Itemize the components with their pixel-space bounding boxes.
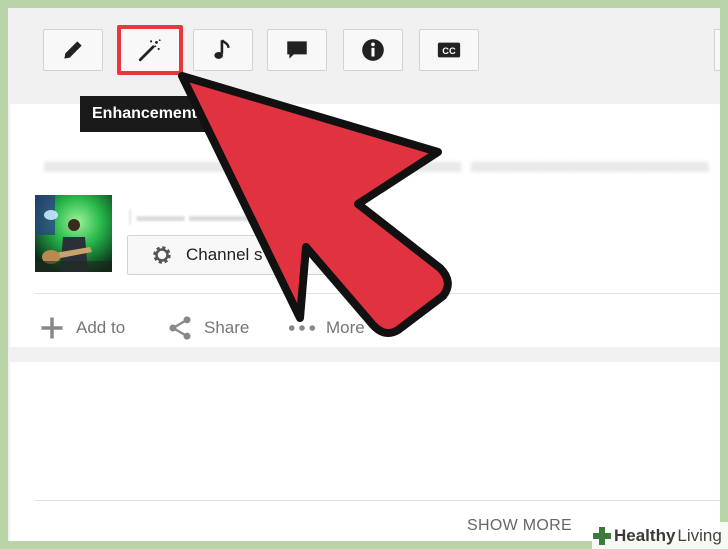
more-button[interactable]: More — [288, 314, 365, 342]
screenshot-frame: CC ▬▬▬▬▬▬▬ ▬▬▬▬▬ ▬▬▬▬▬▬▬ | ▬▬▬ ▬▬▬▬▬ Cha… — [8, 8, 720, 541]
annotations-button[interactable] — [267, 29, 327, 71]
divider — [35, 293, 720, 294]
music-note-icon — [214, 39, 230, 59]
guitarist-image — [35, 195, 112, 272]
channel-settings-button[interactable]: Channel s — [127, 235, 333, 275]
add-to-button[interactable]: Add to — [38, 314, 125, 342]
add-to-label: Add to — [76, 318, 126, 337]
show-more-button[interactable]: SHOW MORE — [467, 517, 572, 535]
watermark-light: Living — [677, 525, 722, 545]
plus-icon — [41, 317, 63, 339]
share-label: Share — [204, 318, 250, 337]
editor-toolbar: CC — [8, 8, 720, 90]
info-icon — [362, 39, 384, 61]
channel-thumbnail[interactable] — [35, 195, 112, 272]
subtitles-button[interactable]: CC — [419, 29, 479, 71]
edit-button[interactable] — [43, 29, 103, 71]
divider — [35, 500, 720, 501]
audio-button[interactable] — [193, 29, 253, 71]
cc-icon: CC — [437, 42, 461, 58]
pencil-icon — [64, 41, 82, 59]
svg-text:CC: CC — [442, 46, 456, 56]
video-info-card: ▬▬▬▬▬▬▬ ▬▬▬▬▬ ▬▬▬▬▬▬▬ | ▬▬▬ ▬▬▬▬▬ Channe… — [10, 104, 720, 347]
enhancements-tooltip: Enhancements — [80, 96, 218, 132]
more-label: More — [326, 318, 365, 337]
share-button[interactable]: Share — [166, 314, 249, 342]
speech-bubble-icon — [287, 41, 307, 59]
blurred-author-name: | ▬▬▬ ▬▬▬▬▬ — [128, 208, 270, 225]
info-button[interactable] — [343, 29, 403, 71]
blurred-video-title: ▬▬▬▬▬▬▬ ▬▬▬▬▬ ▬▬▬▬▬▬▬ — [44, 142, 709, 180]
plus-leaf-icon — [593, 526, 611, 545]
toolbar-more-button[interactable] — [714, 29, 720, 71]
gear-icon — [153, 246, 171, 264]
magic-wand-icon — [138, 39, 161, 62]
more-dots-icon — [288, 325, 316, 331]
watermark: Healthy Living — [592, 522, 728, 549]
watermark-bold: Healthy — [614, 525, 676, 545]
channel-settings-label: Channel s — [186, 245, 263, 264]
description-card: SHOW MORE — [10, 362, 720, 541]
enhancements-button[interactable] — [117, 25, 183, 75]
share-icon — [169, 316, 191, 340]
